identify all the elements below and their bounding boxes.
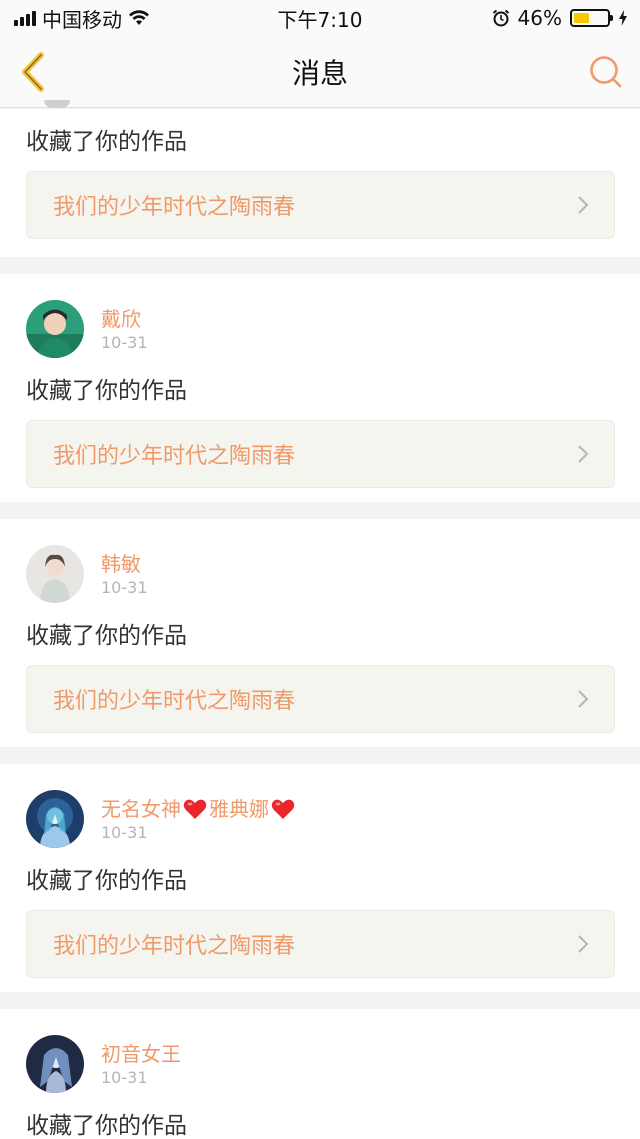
avatar[interactable] xyxy=(26,300,84,358)
notification-action: 收藏了你的作品 xyxy=(26,378,187,404)
user-meta: 无名女神 雅典娜 10-31 xyxy=(101,796,297,843)
notification-action: 收藏了你的作品 xyxy=(26,129,187,155)
work-title: 我们的少年时代之陶雨春 xyxy=(53,934,296,959)
status-right: 46% xyxy=(492,6,628,30)
status-left: 中国移动 xyxy=(14,4,150,33)
notification-date: 10-31 xyxy=(101,822,148,842)
work-title: 我们的少年时代之陶雨春 xyxy=(53,689,296,714)
user-name[interactable]: 无名女神 雅典娜 xyxy=(101,796,297,822)
battery-icon xyxy=(570,9,613,27)
notification-date: 10-31 xyxy=(101,332,148,352)
search-icon xyxy=(590,56,622,88)
avatar[interactable] xyxy=(26,790,84,848)
user-name-part: 雅典娜 xyxy=(209,796,269,821)
wifi-icon xyxy=(129,10,149,25)
user-meta: 戴欣 10-31 xyxy=(101,306,148,353)
notification-action: 收藏了你的作品 xyxy=(26,623,187,649)
heart-icon xyxy=(183,799,207,819)
status-bar: 中国移动 下午7:10 46% xyxy=(0,0,640,36)
notification-action: 收藏了你的作品 xyxy=(26,1113,187,1139)
notification-card: 韩敏 10-31 收藏了你的作品 我们的少年时代之陶雨春 xyxy=(0,519,640,747)
avatar[interactable] xyxy=(26,1035,84,1093)
battery-fill xyxy=(574,13,589,23)
work-link[interactable]: 我们的少年时代之陶雨春 xyxy=(26,420,615,488)
avatar[interactable] xyxy=(26,545,84,603)
user-row: 戴欣 10-31 xyxy=(26,300,615,358)
chevron-right-icon xyxy=(578,196,589,214)
search-button[interactable] xyxy=(586,52,626,92)
work-title: 我们的少年时代之陶雨春 xyxy=(53,444,296,469)
heart-icon xyxy=(271,799,295,819)
work-link[interactable]: 我们的少年时代之陶雨春 xyxy=(26,665,615,733)
user-name[interactable]: 韩敏 xyxy=(101,551,148,577)
notification-card: 收藏了你的作品 我们的少年时代之陶雨春 xyxy=(0,109,640,257)
carrier-label: 中国移动 xyxy=(42,7,122,32)
back-button[interactable] xyxy=(14,50,54,94)
charging-icon xyxy=(619,10,627,26)
notification-date: 10-31 xyxy=(101,577,148,597)
work-link[interactable]: 我们的少年时代之陶雨春 xyxy=(26,171,615,239)
user-row: 无名女神 雅典娜 10-31 xyxy=(26,790,615,848)
navigation-bar: 消息 xyxy=(0,36,640,108)
user-name[interactable]: 初音女王 xyxy=(101,1041,181,1067)
notification-card: 戴欣 10-31 收藏了你的作品 我们的少年时代之陶雨春 xyxy=(0,274,640,502)
alarm-icon xyxy=(492,9,509,27)
page-title: 消息 xyxy=(291,56,348,90)
notification-date: 10-31 xyxy=(101,1067,148,1087)
user-name[interactable]: 戴欣 xyxy=(101,306,148,332)
user-name-part: 无名女神 xyxy=(101,796,181,821)
notification-card: 初音女王 10-31 收藏了你的作品 xyxy=(0,1009,640,1139)
user-row: 初音女王 10-31 xyxy=(26,1035,615,1093)
chevron-right-icon xyxy=(578,690,589,708)
notification-card: 无名女神 雅典娜 10-31 收藏了你的作品 我们的少年时代之陶雨春 xyxy=(0,764,640,992)
notification-action: 收藏了你的作品 xyxy=(26,868,187,894)
chevron-right-icon xyxy=(578,935,589,953)
battery-percent: 46% xyxy=(517,6,562,30)
user-meta: 韩敏 10-31 xyxy=(101,551,148,598)
signal-icon xyxy=(14,10,36,26)
avatar[interactable] xyxy=(44,100,70,108)
user-row: 韩敏 10-31 xyxy=(26,545,615,603)
work-title: 我们的少年时代之陶雨春 xyxy=(53,195,296,220)
chevron-right-icon xyxy=(578,445,589,463)
notification-list: 收藏了你的作品 我们的少年时代之陶雨春 戴欣 10-31 收藏了你的作品 我们的… xyxy=(0,109,640,1139)
user-meta: 初音女王 10-31 xyxy=(101,1041,181,1088)
work-link[interactable]: 我们的少年时代之陶雨春 xyxy=(26,910,615,978)
chevron-left-icon xyxy=(22,52,44,92)
